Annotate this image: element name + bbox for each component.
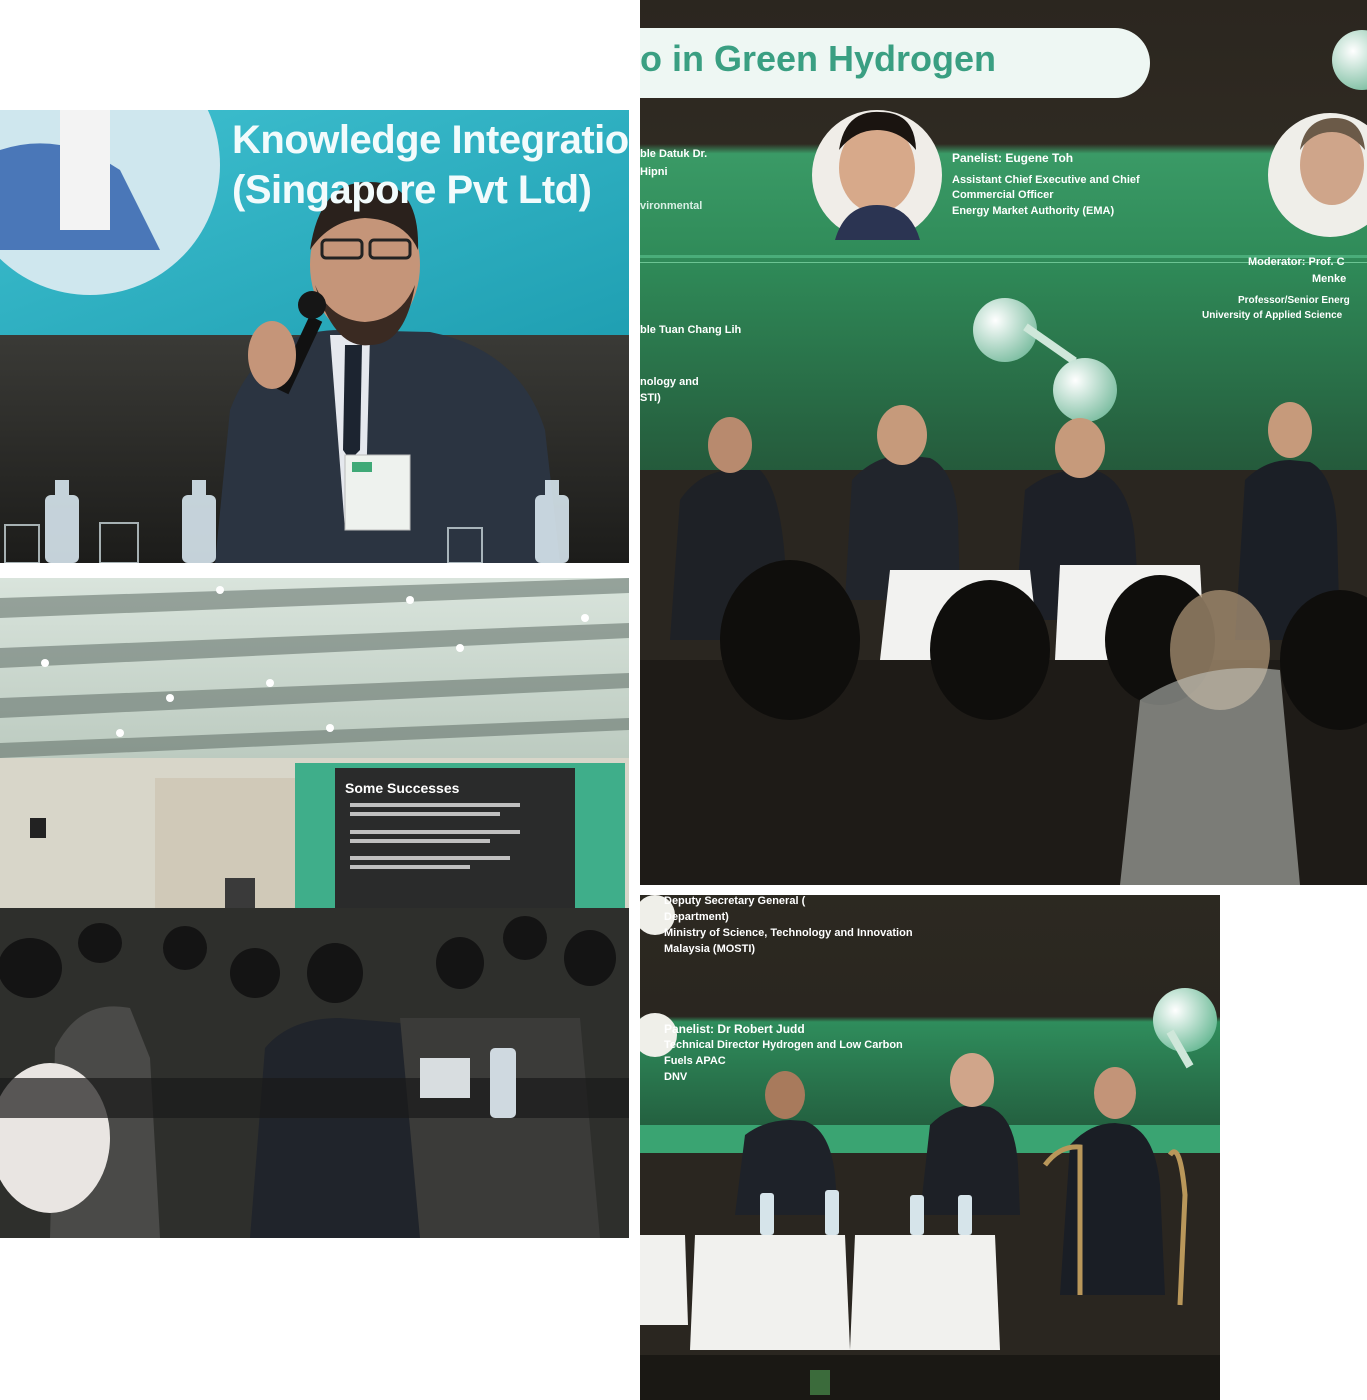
left-cut-line-3: vironmental (640, 200, 703, 212)
left-cut-line-6: STI) (640, 392, 661, 404)
panel-photo-scene (640, 0, 1367, 885)
panelist-name: Panelist: Eugene Toh (952, 151, 1074, 165)
panel-banner: o in Green Hydrogen (640, 28, 1150, 98)
moderator-line1: Moderator: Prof. C (1248, 256, 1345, 268)
left-cut-line-5: nology and (640, 376, 699, 388)
panelist-role-line1: Assistant Chief Executive and Chief (952, 174, 1140, 186)
panelist-org: Energy Market Authority (EMA) (952, 205, 1115, 217)
left-cut-line-4: ble Tuan Chang Lih (640, 324, 742, 336)
hall-photo-scene: Some Successes (0, 578, 629, 1238)
left-cut-line-1: ble Datuk Dr. (640, 148, 708, 160)
photo-green-hydrogen-panel: o in Green Hydrogen ble Datuk Dr. Hipni … (640, 0, 1367, 885)
dnv-panel-scene (640, 895, 1220, 1400)
slide-text-line2: (Singapore Pvt Ltd) (232, 168, 592, 212)
dnv-panelist-org: DNV (664, 1071, 688, 1083)
top-line-3: Ministry of Science, Technology and Inno… (664, 927, 913, 939)
slide-title-some-successes: Some Successes (345, 780, 460, 796)
banner-title: o in Green Hydrogen (640, 38, 997, 79)
moderator-line2: Menke (1312, 273, 1347, 285)
moderator-line4: University of Applied Science (1202, 310, 1343, 321)
dnv-panelist-role-line2: Fuels APAC (664, 1055, 726, 1067)
left-cut-line-2: Hipni (640, 166, 668, 178)
slide-text-line1: Knowledge Integration S (232, 118, 629, 162)
moderator-line3: Professor/Senior Energ (1238, 295, 1350, 306)
photo-speaker-microphone: Knowledge Integration S (Singapore Pvt L… (0, 110, 629, 563)
photo-conference-hall: Some Successes (0, 578, 629, 1238)
top-line-1: Deputy Secretary General ( (664, 895, 806, 907)
top-line-4: Malaysia (MOSTI) (664, 943, 756, 955)
photo-dnv-panel: Deputy Secretary General ( Department) M… (640, 895, 1220, 1400)
dnv-panelist-role-line1: Technical Director Hydrogen and Low Carb… (664, 1039, 903, 1051)
panelist-role-line2: Commercial Officer (952, 189, 1054, 201)
top-line-2: Department) (664, 911, 729, 923)
dnv-panelist-name: Panelist: Dr Robert Judd (664, 1022, 805, 1036)
